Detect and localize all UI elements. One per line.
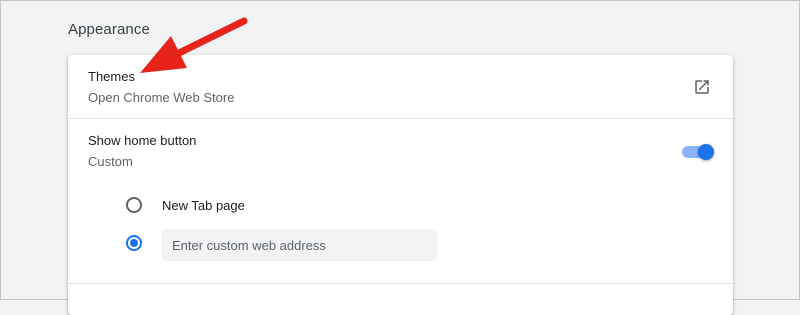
toggle-knob [698,144,714,160]
appearance-card: Themes Open Chrome Web Store Show home b… [68,55,733,315]
radio-option-custom[interactable] [124,232,148,256]
radio-button-checked[interactable] [126,235,142,251]
home-button-toggle[interactable] [680,140,714,162]
custom-address-input[interactable] [162,229,437,261]
open-in-new-icon[interactable] [693,78,711,96]
radio-button-unchecked[interactable] [126,197,142,213]
divider [68,283,733,284]
section-title: Appearance [68,21,150,38]
radio-option-new-tab[interactable]: New Tab page [124,194,374,218]
home-button-title: Show home button [88,133,197,148]
themes-title: Themes [88,69,135,84]
settings-page: Appearance Themes Open Chrome Web Store … [0,0,800,315]
home-button-row: Show home button Custom [68,119,733,169]
themes-row[interactable]: Themes Open Chrome Web Store [68,55,733,118]
radio-label-new-tab: New Tab page [162,198,245,213]
themes-subtitle: Open Chrome Web Store [88,90,235,105]
home-button-subtitle: Custom [88,154,133,169]
